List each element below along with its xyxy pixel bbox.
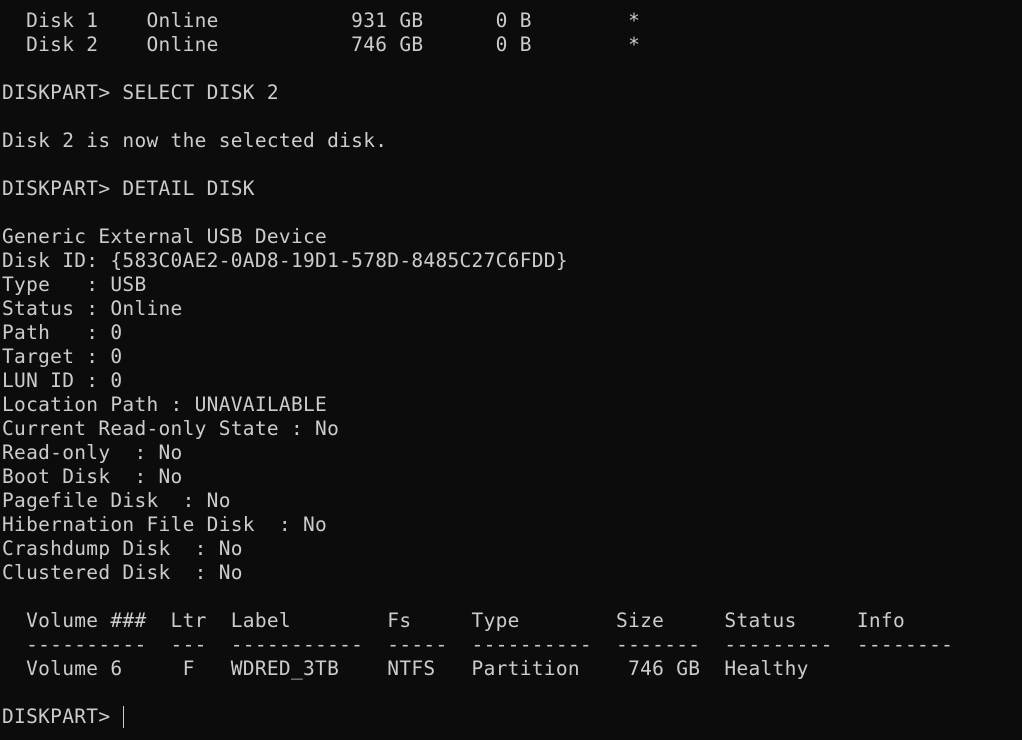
terminal-line: ---------- --- ----------- ----- -------… xyxy=(2,633,954,656)
terminal-line: Location Path : UNAVAILABLE xyxy=(2,393,328,416)
prompt-line[interactable]: DISKPART> xyxy=(2,705,1022,729)
terminal-line: Disk 2 is now the selected disk. xyxy=(2,129,388,152)
terminal-line: Volume ### Ltr Label Fs Type Size Status… xyxy=(2,609,905,632)
command-prompt: DISKPART> xyxy=(2,705,123,728)
text-cursor xyxy=(123,706,125,728)
terminal-line: Current Read-only State : No xyxy=(2,417,340,440)
terminal-line: Path : 0 xyxy=(2,321,123,344)
terminal-line: Target : 0 xyxy=(2,345,123,368)
terminal-line: Read-only : No xyxy=(2,441,183,464)
terminal-line: Volume 6 F WDRED_3TB NTFS Partition 746 … xyxy=(2,657,809,680)
terminal-window[interactable]: Disk 1 Online 931 GB 0 B * Disk 2 Online… xyxy=(0,0,1022,740)
terminal-line: Clustered Disk : No xyxy=(2,561,243,584)
terminal-line: LUN ID : 0 xyxy=(2,369,123,392)
terminal-line: Type : USB xyxy=(2,273,147,296)
terminal-line: Generic External USB Device xyxy=(2,225,328,248)
terminal-line: Disk 1 Online 931 GB 0 B * xyxy=(2,9,641,32)
terminal-line: DISKPART> SELECT DISK 2 xyxy=(2,81,279,104)
terminal-line: Crashdump Disk : No xyxy=(2,537,243,560)
terminal-line: Disk 2 Online 746 GB 0 B * xyxy=(2,33,641,56)
terminal-line: Status : Online xyxy=(2,297,183,320)
terminal-line: Disk ID: {583C0AE2-0AD8-19D1-578D-8485C2… xyxy=(2,249,568,272)
terminal-line: Pagefile Disk : No xyxy=(2,489,231,512)
terminal-line: Boot Disk : No xyxy=(2,465,183,488)
terminal-line: Hibernation File Disk : No xyxy=(2,513,328,536)
terminal-line: DISKPART> DETAIL DISK xyxy=(2,177,255,200)
